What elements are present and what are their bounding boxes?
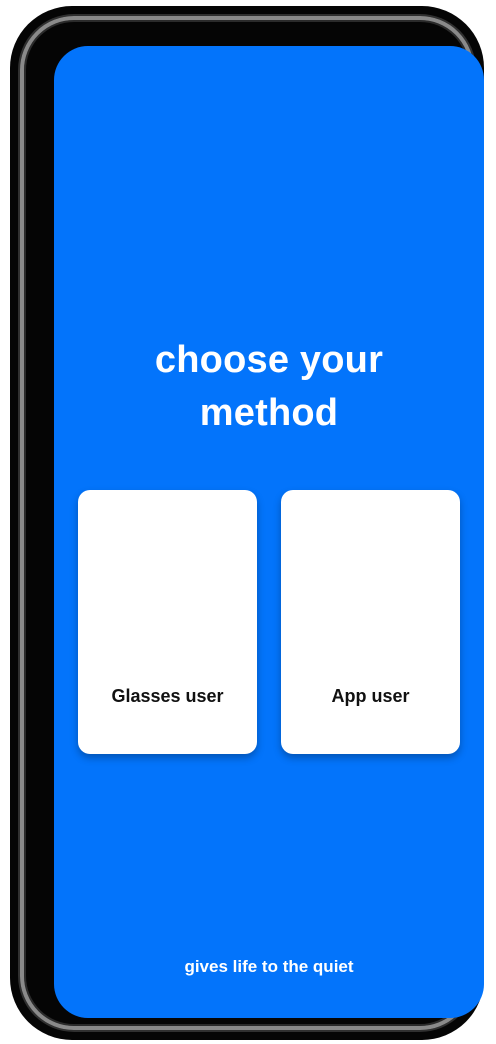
glasses-user-label: Glasses user (111, 686, 224, 706)
phone-frame: choose your method Glasses user App user… (10, 6, 484, 1040)
glasses-user-option[interactable]: Glasses user (78, 490, 257, 754)
page-title: choose your method (54, 334, 484, 440)
page: choose your method Glasses user App user… (0, 0, 496, 1044)
tagline: gives life to the quiet (184, 957, 354, 976)
title-line-2: method (199, 392, 339, 434)
app-user-label: App user (331, 686, 410, 706)
title-line-1: choose your (154, 339, 384, 381)
app-user-option[interactable]: App user (281, 490, 460, 754)
phone-screen: choose your method Glasses user App user… (54, 46, 484, 1018)
